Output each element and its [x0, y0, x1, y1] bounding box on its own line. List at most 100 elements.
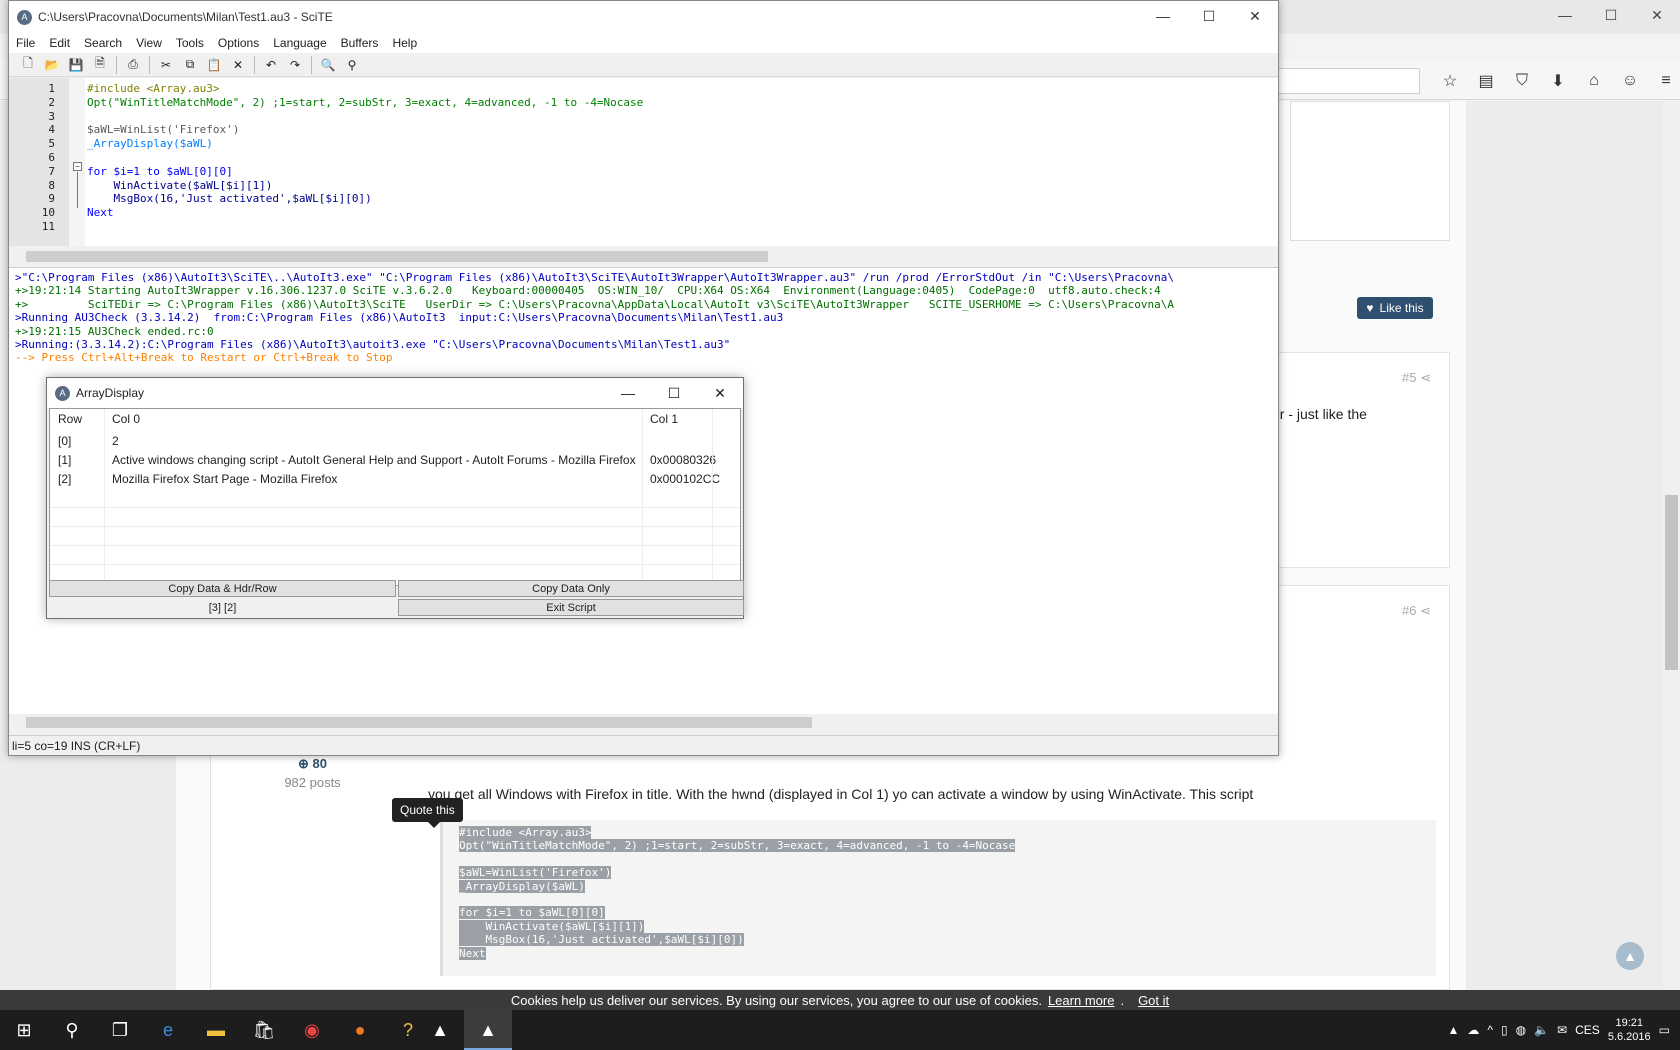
dialog-window-controls: — ☐ ✕ [605, 378, 743, 408]
grid-line [50, 564, 740, 565]
post-number[interactable]: #6 ⋖ [1402, 603, 1431, 619]
maximize-icon[interactable]: ☐ [651, 378, 697, 408]
minimize-icon[interactable]: — [605, 378, 651, 408]
hello-icon[interactable]: ☺ [1614, 68, 1646, 94]
row-index: [0] [58, 434, 72, 448]
open-file-icon[interactable]: 📂 [41, 55, 63, 75]
menu-file[interactable]: File [9, 33, 42, 53]
post-number[interactable]: #5 ⋖ [1402, 370, 1431, 386]
onedrive-icon[interactable]: ☁ [1467, 1023, 1479, 1037]
code-block[interactable]: #include <Array.au3> Opt("WinTitleMatchMo… [440, 820, 1436, 976]
copy-icon[interactable]: ⧉ [179, 55, 201, 75]
fold-toggle-icon[interactable]: − [73, 162, 82, 171]
firefox-toolbar-icons: ☆ ▤ ⛉ ⬇ ⌂ ☺ ≡ [1434, 68, 1680, 94]
column-header-row[interactable]: Row [58, 412, 82, 426]
action-center-icon[interactable]: ▭ [1659, 1023, 1670, 1037]
notification-chevron-icon[interactable]: ^ [1487, 1023, 1493, 1037]
code-text: $aWL=WinList('Firefox') [459, 866, 612, 880]
close-icon[interactable]: ✕ [1634, 0, 1680, 30]
menu-tools[interactable]: Tools [169, 33, 211, 53]
window-title: C:\Users\Pracovna\Documents\Milan\Test1.… [38, 10, 333, 24]
task-view-icon[interactable]: ❐ [96, 1010, 144, 1050]
menu-language[interactable]: Language [266, 33, 333, 53]
firefox-icon[interactable]: ● [336, 1010, 384, 1050]
language-indicator[interactable]: CES [1575, 1023, 1600, 1037]
scroll-to-top-button[interactable]: ▲ [1616, 942, 1644, 970]
scite-titlebar: A C:\Users\Pracovna\Documents\Milan\Test… [9, 1, 1278, 33]
minimize-icon[interactable]: — [1542, 0, 1588, 30]
chrome-icon[interactable]: ◉ [288, 1010, 336, 1050]
new-file-icon[interactable]: 🗋 [17, 55, 39, 75]
cookie-text: Cookies help us deliver our services. By… [510, 992, 1042, 1008]
replace-icon[interactable]: ⚲ [341, 55, 363, 75]
message-icon[interactable]: ✉ [1557, 1023, 1567, 1037]
copy-data-hdr-row-button[interactable]: Copy Data & Hdr/Row [49, 580, 396, 597]
array-listview[interactable]: Row Col 0 Col 1 [0] 2 [1] Active windows… [49, 408, 741, 586]
autoit-icon[interactable]: ▲ [416, 1010, 464, 1050]
menu-help[interactable]: Help [385, 33, 424, 53]
menu-view[interactable]: View [129, 33, 169, 53]
find-icon[interactable]: 🔍 [317, 55, 339, 75]
copy-data-only-button[interactable]: Copy Data Only [398, 580, 744, 597]
scrollbar-thumb[interactable] [1665, 495, 1678, 670]
undo-icon[interactable]: ↶ [260, 55, 282, 75]
learn-more-link[interactable]: Learn more [1048, 993, 1114, 1008]
table-row[interactable]: [1] Active windows changing script - Aut… [50, 450, 740, 469]
maximize-icon[interactable]: ☐ [1186, 1, 1232, 31]
row-index: [2] [58, 472, 72, 486]
array-display-dialog: A ArrayDisplay — ☐ ✕ Row Col 0 Col 1 [0]… [46, 377, 744, 619]
got-it-link[interactable]: Got it [1138, 993, 1169, 1008]
clock[interactable]: 19:21 5.6.2016 [1608, 1016, 1651, 1044]
column-header-col1[interactable]: Col 1 [650, 412, 678, 426]
row-index: [1] [58, 453, 72, 467]
close-file-icon[interactable]: 🗎 [89, 55, 111, 75]
delete-icon[interactable]: ✕ [227, 55, 249, 75]
print-icon[interactable]: ⎙ [122, 55, 144, 75]
redo-icon[interactable]: ↷ [284, 55, 306, 75]
minimize-icon[interactable]: — [1140, 1, 1186, 31]
scrollbar-thumb[interactable] [26, 717, 812, 728]
reader-view-icon[interactable]: ▤ [1470, 68, 1502, 94]
code-editor[interactable]: 1 #include <Array.au3> 2 Opt("WinTitleMatch… [9, 78, 1278, 246]
start-icon[interactable]: ⊞ [0, 1010, 48, 1050]
grid-line [642, 409, 643, 585]
menu-options[interactable]: Options [211, 33, 266, 53]
table-row[interactable]: [0] 2 [50, 431, 740, 450]
code-text: Opt("WinTitleMatchMode", 2) ;1=start, 2=… [459, 839, 1016, 853]
code-line: for $i=1 to $aWL[0][0] [459, 906, 1420, 920]
author-info: ⊕ 80 982 posts [210, 756, 415, 790]
search-icon[interactable]: ⚲ [48, 1010, 96, 1050]
tray-autoit-icon[interactable]: ▲ [1448, 1023, 1460, 1037]
store-icon[interactable]: 🛍 [240, 1010, 288, 1050]
autoit-active-icon[interactable]: ▲ [464, 1010, 512, 1050]
code-line: #include <Array.au3> [87, 82, 220, 95]
table-row[interactable]: [2] Mozilla Firefox Start Page - Mozilla… [50, 469, 740, 488]
edge-icon[interactable]: e [144, 1010, 192, 1050]
line-number: 6 [48, 151, 55, 164]
battery-icon[interactable]: ▯ [1501, 1023, 1508, 1037]
network-icon[interactable]: ◍ [1516, 1023, 1526, 1037]
menu-buffers[interactable]: Buffers [334, 33, 386, 53]
cut-icon[interactable]: ✂ [155, 55, 177, 75]
code-line: MsgBox(16,'Just activated',$aWL[$i][0]) [87, 192, 372, 206]
file-explorer-icon[interactable]: ▬ [192, 1010, 240, 1050]
save-icon[interactable]: 💾 [65, 55, 87, 75]
download-icon[interactable]: ⬇ [1542, 68, 1574, 94]
menu-search[interactable]: Search [77, 33, 129, 53]
like-button[interactable]: ♥ Like this [1357, 297, 1433, 319]
close-icon[interactable]: ✕ [697, 378, 743, 408]
paste-icon[interactable]: 📋 [203, 55, 225, 75]
menu-icon[interactable]: ≡ [1650, 68, 1680, 94]
volume-icon[interactable]: 🔈 [1534, 1023, 1549, 1037]
scrollbar-thumb[interactable] [26, 251, 768, 262]
menu-edit[interactable]: Edit [42, 33, 77, 53]
close-icon[interactable]: ✕ [1232, 1, 1278, 31]
pocket-icon[interactable]: ⛉ [1506, 68, 1538, 94]
bookmark-star-icon[interactable]: ☆ [1434, 68, 1466, 94]
home-icon[interactable]: ⌂ [1578, 68, 1610, 94]
restore-icon[interactable]: ☐ [1588, 0, 1634, 30]
exit-script-button[interactable]: Exit Script [398, 599, 744, 616]
column-header-col0[interactable]: Col 0 [112, 412, 140, 426]
line-number: 7 [48, 164, 55, 178]
